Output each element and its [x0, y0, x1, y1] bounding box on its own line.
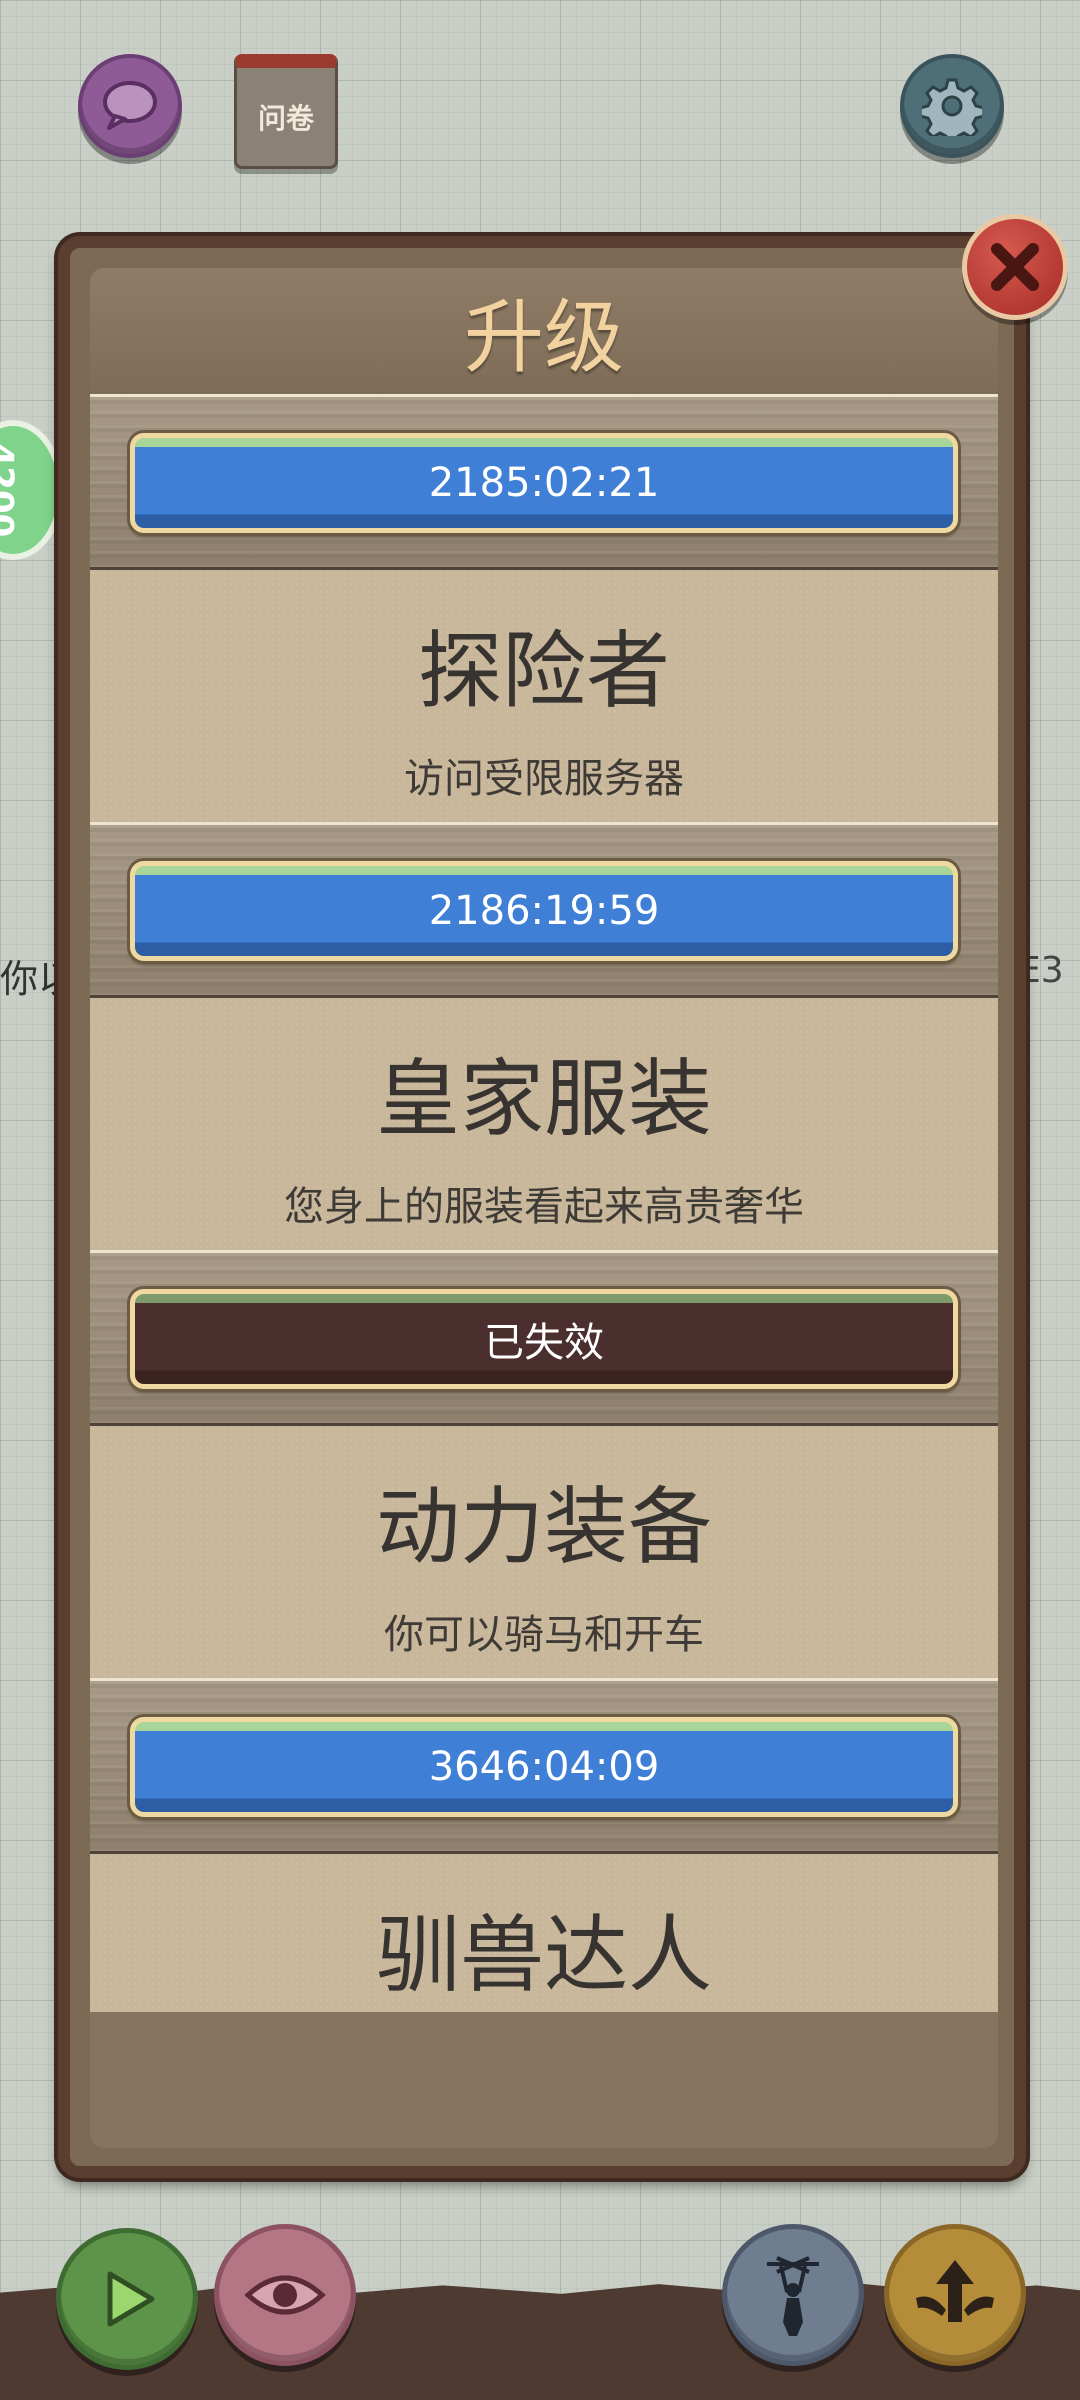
timer-bar[interactable]: 2186:19:59	[130, 861, 958, 961]
play-icon	[107, 2271, 155, 2327]
timer-bar[interactable]: 3646:04:09	[130, 1717, 958, 1817]
entry-status-row: 已失效	[90, 1250, 998, 1426]
play-button[interactable]	[56, 2228, 198, 2370]
chat-button[interactable]	[78, 54, 182, 158]
puppet-icon	[767, 2256, 819, 2336]
upgrade-description: 访问受限服务器	[404, 756, 684, 802]
puppet-button[interactable]	[722, 2224, 864, 2366]
upgrade-card-power-gear: 动力装备 你可以骑马和开车	[90, 1426, 998, 1678]
entry-status-row: 3646:04:09	[90, 1678, 998, 1854]
settings-button[interactable]	[900, 54, 1004, 158]
side-badge[interactable]: 4200	[0, 420, 64, 560]
side-badge-text: 4200	[0, 442, 21, 538]
upgrade-description: 您身上的服装看起来高贵奢华	[284, 1184, 804, 1230]
survey-button[interactable]: 问卷	[234, 54, 338, 169]
timer-bar[interactable]: 2185:02:21	[130, 433, 958, 533]
upgrade-button[interactable]	[884, 2224, 1026, 2366]
upgrade-card-beast-tamer: 驯兽达人	[90, 1854, 998, 2012]
upgrade-card-royal-outfit: 皇家服装 您身上的服装看起来高贵奢华	[90, 998, 998, 1250]
upgrade-card-explorer: 探险者 访问受限服务器	[90, 570, 998, 822]
eye-icon	[244, 2275, 326, 2315]
entry-status-row: 2185:02:21	[90, 394, 998, 570]
panel-title: 升级	[90, 268, 998, 394]
view-button[interactable]	[214, 2224, 356, 2366]
expired-bar[interactable]: 已失效	[130, 1289, 958, 1389]
upgrade-description: 你可以骑马和开车	[384, 1612, 704, 1658]
close-button[interactable]	[962, 214, 1068, 320]
upgrade-name: 皇家服装	[375, 1050, 712, 1148]
gear-icon	[922, 78, 982, 136]
upgrade-name: 动力装备	[375, 1478, 712, 1576]
upgrade-panel: 升级 2185:02:21 探险者 访问受限服务器 2186:19:59 皇家服…	[90, 268, 998, 2148]
upgrade-name: 探险者	[417, 622, 670, 720]
close-icon	[991, 243, 1039, 291]
upgrade-arrow-icon	[916, 2260, 994, 2322]
survey-label: 问卷	[257, 102, 314, 135]
entry-status-row: 2186:19:59	[90, 822, 998, 998]
chat-bubble-icon	[103, 81, 157, 130]
upgrade-name: 驯兽达人	[375, 1906, 712, 2004]
